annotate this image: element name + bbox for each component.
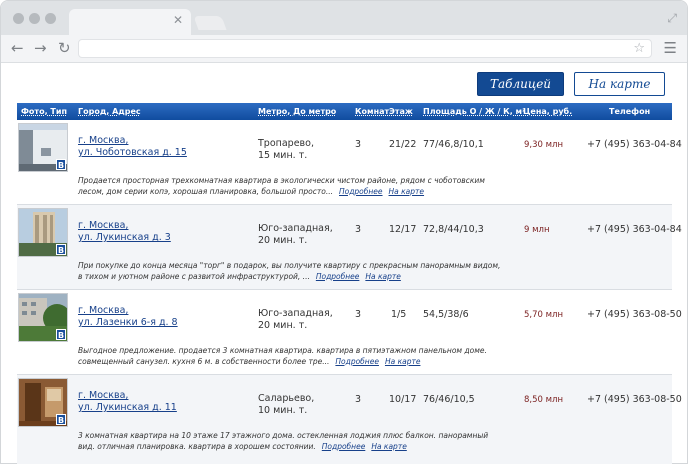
listing-price: 9,30 млн — [524, 140, 564, 150]
show-on-map-link[interactable]: На карте — [365, 272, 401, 281]
listing-description: При покупке до конца месяца "торг" в под… — [78, 261, 501, 281]
view-table-button[interactable]: Таблицей — [477, 72, 564, 96]
listing-price: 5,70 млн — [524, 310, 564, 320]
bookmark-star-icon[interactable]: ☆ — [633, 40, 645, 57]
show-on-map-link[interactable]: На карте — [389, 187, 425, 196]
listing-rooms: 3 — [355, 394, 362, 405]
listing-type-badge: B — [56, 244, 66, 255]
window-close-dot[interactable] — [13, 13, 24, 24]
listing-photo[interactable]: B — [18, 123, 68, 172]
col-photo[interactable]: Фото, Тип — [21, 107, 67, 116]
address-bar[interactable]: ☆ — [78, 39, 652, 58]
listing-price: 9 млн — [524, 225, 550, 235]
show-on-map-link[interactable]: На карте — [385, 357, 421, 366]
listing-phone: +7 (495) 363-08-50 — [587, 309, 682, 320]
listing-floor: 1/5 — [391, 309, 407, 320]
new-tab-button[interactable] — [193, 16, 227, 30]
listing-floor: 12/17 — [389, 224, 417, 235]
show-on-map-link[interactable]: На карте — [371, 442, 407, 451]
listing-floor: 21/22 — [389, 139, 417, 150]
col-price[interactable]: Цена, руб. — [523, 107, 572, 116]
listing-metro: Саларьево, 10 мин. т. — [258, 393, 315, 416]
listing-metro: Юго-западная, 20 мин. т. — [258, 223, 333, 246]
browser-toolbar: ← → ↻ ☆ ☰ — [1, 35, 687, 63]
listing-phone: +7 (495) 363-04-84 — [587, 139, 682, 150]
table-header: Фото, Тип Город, Адрес Метро, До метро К… — [17, 103, 672, 120]
back-icon[interactable]: ← — [11, 39, 24, 57]
listing-photo[interactable]: B — [18, 378, 68, 427]
details-link[interactable]: Подробнее — [316, 272, 360, 281]
listing-rooms: 3 — [355, 309, 362, 320]
listing-area: 54,5/38/6 — [423, 309, 469, 320]
listing-metro: Тропарево, 15 мин. т. — [258, 138, 314, 161]
listing-phone: +7 (495) 363-04-84 — [587, 224, 682, 235]
details-link[interactable]: Подробнее — [339, 187, 383, 196]
browser-titlebar: ✕ ⤢ — [1, 1, 687, 36]
table-row: B г. Москва, ул. Чоботовская д. 15 Тропа… — [17, 120, 682, 205]
col-rooms[interactable]: Комнат — [355, 107, 389, 116]
listing-description: Продается просторная трехкомнатная кварт… — [78, 176, 485, 196]
col-metro[interactable]: Метро, До метро — [258, 107, 336, 116]
listing-rooms: 3 — [355, 139, 362, 150]
view-map-button[interactable]: На карте — [574, 72, 665, 96]
listing-description: 3 комнатная квартира на 10 этаже 17 этаж… — [78, 431, 489, 451]
col-area[interactable]: Площадь О / Ж / К, м² — [423, 107, 526, 116]
reload-icon[interactable]: ↻ — [58, 39, 71, 57]
details-link[interactable]: Подробнее — [335, 357, 379, 366]
fullscreen-icon[interactable]: ⤢ — [667, 11, 677, 26]
listing-address-link[interactable]: г. Москва, ул. Чоботовская д. 15 — [78, 135, 187, 159]
browser-tab[interactable]: ✕ — [69, 9, 191, 36]
listing-floor: 10/17 — [389, 394, 417, 405]
forward-icon[interactable]: → — [34, 39, 47, 57]
tab-close-icon[interactable]: ✕ — [173, 13, 183, 27]
listing-type-badge: B — [56, 414, 66, 425]
listing-photo[interactable]: B — [18, 208, 68, 257]
listing-description: Выгодное предложение. продается 3 комнат… — [78, 346, 487, 366]
listing-area: 76/46/10,5 — [423, 394, 475, 405]
details-link[interactable]: Подробнее — [322, 442, 366, 451]
col-phone: Телефон — [609, 107, 651, 116]
table-row: B г. Москва, ул. Лукинская д. 11 Саларье… — [17, 375, 682, 464]
listing-phone: +7 (495) 363-08-50 — [587, 394, 682, 405]
listing-type-badge: B — [56, 329, 66, 340]
listing-metro: Юго-западная, 20 мин. т. — [258, 308, 333, 331]
window-minimize-dot[interactable] — [29, 13, 40, 24]
listing-type-badge: B — [56, 159, 66, 170]
listing-address-link[interactable]: г. Москва, ул. Лукинская д. 3 — [78, 220, 171, 244]
table-row: B г. Москва, ул. Лукинская д. 3 Юго-запа… — [17, 205, 682, 290]
listing-price: 8,50 млн — [524, 395, 564, 405]
listing-address-link[interactable]: г. Москва, ул. Лукинская д. 11 — [78, 390, 177, 414]
table-row: B г. Москва, ул. Лазенки 6-я д. 8 Юго-за… — [17, 290, 682, 375]
listing-area: 72,8/44/10,3 — [423, 224, 484, 235]
listing-area: 77/46,8/10,1 — [423, 139, 484, 150]
listing-address-link[interactable]: г. Москва, ул. Лазенки 6-я д. 8 — [78, 305, 178, 329]
listing-photo[interactable]: B — [18, 293, 68, 342]
listing-rooms: 3 — [355, 224, 362, 235]
browser-menu-icon[interactable]: ☰ — [664, 40, 677, 57]
col-address[interactable]: Город, Адрес — [78, 107, 141, 116]
window-maximize-dot[interactable] — [45, 13, 56, 24]
col-floor[interactable]: Этаж — [389, 107, 413, 116]
